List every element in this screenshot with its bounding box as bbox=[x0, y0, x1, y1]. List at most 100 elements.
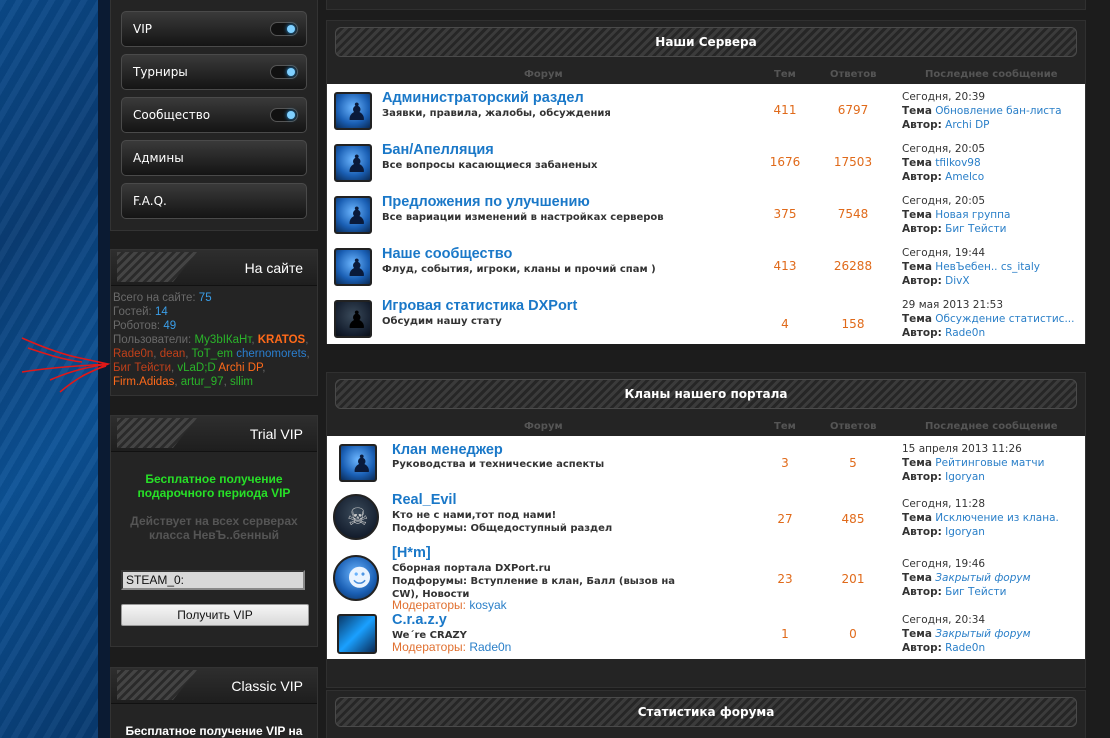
last-author-link[interactable]: Amelco bbox=[945, 171, 984, 183]
forum-row: ♟ Бан/Апелляция Все вопросы касающиеся з… bbox=[327, 136, 1085, 188]
forum-title[interactable]: Предложения по улучшению bbox=[382, 194, 590, 210]
last-author-link[interactable]: DivX bbox=[945, 275, 969, 287]
replies-count: 485 bbox=[841, 512, 865, 526]
last-post-date: Сегодня, 11:28 bbox=[902, 498, 986, 510]
toggle-switch[interactable] bbox=[270, 108, 298, 122]
online-user-link[interactable]: Биг Тейсти bbox=[113, 362, 171, 374]
column-replies: Ответов bbox=[830, 69, 877, 80]
trial-note: Действует на всех серверах класса НевЪ..… bbox=[130, 514, 298, 542]
total-label: Всего на сайте: bbox=[113, 292, 196, 304]
last-author-link[interactable]: Igoryan bbox=[945, 471, 985, 483]
sidebar-item-label: Сообщество bbox=[133, 108, 211, 122]
author-label: Автор: bbox=[902, 471, 942, 483]
forum-title[interactable]: [H*m] bbox=[392, 545, 431, 561]
sidebar-item-admins[interactable]: Админы bbox=[121, 140, 307, 176]
trial-title: Trial VIP bbox=[249, 426, 303, 442]
get-vip-button[interactable]: Получить VIP bbox=[121, 604, 309, 626]
last-post-date: Сегодня, 20:34 bbox=[902, 614, 986, 626]
last-author-link[interactable]: Rade0n bbox=[945, 642, 985, 654]
last-topic-link[interactable]: Обсуждение статистис... bbox=[935, 313, 1074, 325]
forum-title[interactable]: C.r.a.z.y bbox=[392, 612, 447, 628]
last-post-date: 29 мая 2013 21:53 bbox=[902, 299, 1004, 311]
last-topic-link[interactable]: Рейтинговые матчи bbox=[935, 457, 1044, 469]
forum-row: ♟ Предложения по улучшению Все вариации … bbox=[327, 188, 1085, 240]
online-user-link[interactable]: Firm.Adidas bbox=[113, 376, 174, 388]
online-user-link[interactable]: Archi DP bbox=[218, 362, 262, 374]
soldier-icon: ♟ bbox=[334, 300, 372, 338]
last-post: 29 мая 2013 21:53 Тема Обсуждение статис… bbox=[902, 298, 1074, 340]
guests-count: 14 bbox=[154, 306, 168, 318]
last-author-link[interactable]: Биг Тейсти bbox=[945, 223, 1006, 235]
last-topic-link[interactable]: НевЪебен.. cs_italy bbox=[935, 261, 1040, 273]
forum-desc: Заявки, правила, жалобы, обсуждения bbox=[382, 108, 611, 119]
last-topic-link[interactable]: Новая группа bbox=[935, 209, 1010, 221]
soldier-icon: ♟ bbox=[339, 444, 377, 482]
sidebar-item-vip[interactable]: VIP bbox=[121, 11, 307, 47]
replies-count: 26288 bbox=[833, 259, 873, 273]
forum-title[interactable]: Клан менеджер bbox=[392, 442, 503, 458]
topic-label: Тема bbox=[902, 105, 932, 117]
forum-row: C.r.a.z.y We´re CRAZY Модераторы: Rade0n… bbox=[327, 612, 1085, 659]
sidebar-item-tournaments[interactable]: Турниры bbox=[121, 54, 307, 90]
forum-title[interactable]: Наше сообщество bbox=[382, 246, 512, 262]
sidebar-item-label: Турниры bbox=[133, 65, 188, 79]
online-user-link[interactable]: artur_97 bbox=[181, 376, 224, 388]
last-topic-link[interactable]: Закрытый форум bbox=[935, 628, 1030, 640]
last-topic-link[interactable]: Исключение из клана. bbox=[935, 512, 1059, 524]
topic-label: Тема bbox=[902, 628, 932, 640]
last-topic-link[interactable]: Обновление бан-листа bbox=[935, 105, 1061, 117]
column-forum: Форум bbox=[524, 421, 563, 432]
last-author-link[interactable]: Rade0n bbox=[945, 327, 985, 339]
soldier-icon: ♟ bbox=[334, 92, 372, 130]
toggle-switch[interactable] bbox=[270, 22, 298, 36]
subforums: Подфорумы: Общедоступный раздел bbox=[392, 523, 613, 534]
moderators-label: Модераторы: bbox=[392, 640, 466, 654]
online-user-link[interactable]: sllim bbox=[230, 376, 253, 388]
forum-title[interactable]: Бан/Апелляция bbox=[382, 142, 494, 158]
clans-header: Кланы нашего портала bbox=[335, 379, 1077, 409]
forum-desc: Все вопросы касающиеся забаненых bbox=[382, 160, 598, 171]
online-box: На сайте Всего на сайте: 75 Гостей: 14 Р… bbox=[110, 249, 318, 396]
author-label: Автор: bbox=[902, 223, 942, 235]
online-user-link[interactable]: vLaD;D bbox=[177, 362, 215, 374]
moderator-link[interactable]: Rade0n bbox=[469, 640, 511, 654]
last-topic-link[interactable]: Закрытый форум bbox=[935, 572, 1030, 584]
last-post-date: 15 апреля 2013 11:26 bbox=[902, 443, 1022, 455]
forum-title[interactable]: Real_Evil bbox=[392, 492, 457, 508]
classic-title: Classic VIP bbox=[231, 678, 303, 694]
steam-id-input[interactable] bbox=[121, 570, 305, 590]
online-user-link[interactable]: dean bbox=[160, 348, 186, 360]
forum-title[interactable]: Игровая статистика DXPort bbox=[382, 298, 577, 314]
stats-panel: Статистика форума bbox=[326, 690, 1086, 738]
last-author-link[interactable]: Igoryan bbox=[945, 526, 985, 538]
replies-count: 158 bbox=[841, 317, 865, 331]
author-label: Автор: bbox=[902, 327, 942, 339]
toggle-switch[interactable] bbox=[270, 65, 298, 79]
online-user-link[interactable]: KRATOS bbox=[258, 334, 306, 346]
online-user-link[interactable]: Rade0n bbox=[113, 348, 153, 360]
last-topic-link[interactable]: tfilkov98 bbox=[935, 157, 980, 169]
subforums: Подфорумы: Вступление в клан, Балл (вызо… bbox=[392, 576, 675, 587]
online-header: На сайте bbox=[111, 250, 317, 286]
online-user-link[interactable]: chernomorets bbox=[236, 348, 306, 360]
last-author-link[interactable]: Archi DP bbox=[945, 119, 989, 131]
author-label: Автор: bbox=[902, 119, 942, 131]
sidebar-item-label: VIP bbox=[133, 22, 152, 36]
topic-label: Тема bbox=[902, 209, 932, 221]
column-topics: Тем bbox=[774, 69, 796, 80]
soldier-icon: ♟ bbox=[334, 248, 372, 286]
sidebar-item-community[interactable]: Сообщество bbox=[121, 97, 307, 133]
author-label: Автор: bbox=[902, 275, 942, 287]
moderator-link[interactable]: kosyak bbox=[469, 598, 506, 612]
clans-title: Кланы нашего портала bbox=[624, 387, 788, 401]
topics-count: 411 bbox=[773, 103, 797, 117]
topic-label: Тема bbox=[902, 261, 932, 273]
last-author-link[interactable]: Биг Тейсти bbox=[945, 586, 1006, 598]
folder-icon bbox=[337, 614, 377, 654]
online-user-link[interactable]: Му3bIКаНт bbox=[194, 334, 251, 346]
sidebar-item-faq[interactable]: F.A.Q. bbox=[121, 183, 307, 219]
forum-row: ♟ Игровая статистика DXPort Обсудим нашу… bbox=[327, 292, 1085, 344]
users-label: Пользователи: bbox=[113, 334, 192, 346]
online-user-link[interactable]: ToT_em bbox=[191, 348, 233, 360]
forum-title[interactable]: Администраторский раздел bbox=[382, 90, 584, 106]
